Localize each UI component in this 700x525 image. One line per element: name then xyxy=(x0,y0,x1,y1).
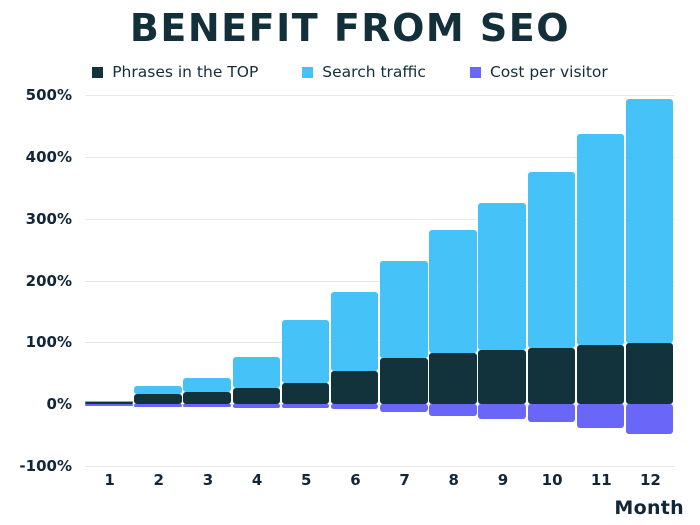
bar-segment-cost-per-visitor[interactable] xyxy=(85,404,133,406)
bar-segment-search-traffic[interactable] xyxy=(330,292,379,372)
bar-segment-search-traffic[interactable] xyxy=(281,320,330,384)
y-axis-tick-label: 300% xyxy=(25,209,72,228)
y-axis-labels: -100% 0% 100% 200% 300% 400% 500% xyxy=(0,86,78,475)
bar-segment-phrases-in-top[interactable] xyxy=(183,391,231,405)
bar-segment-cost-per-visitor[interactable] xyxy=(478,404,526,419)
y-axis-tick-label: -100% xyxy=(19,457,72,475)
bar-segment-phrases-in-top[interactable] xyxy=(478,350,526,405)
bar-segment-search-traffic[interactable] xyxy=(429,229,477,354)
legend-label-traffic: Search traffic xyxy=(322,63,426,81)
bar-group[interactable] xyxy=(429,95,477,466)
bar-group[interactable] xyxy=(478,95,526,466)
x-axis-tick-label: 3 xyxy=(202,471,214,489)
y-axis-tick-label: 0% xyxy=(46,395,72,414)
y-axis-tick-label: 400% xyxy=(25,147,72,166)
bar-group[interactable] xyxy=(527,95,576,466)
chart-container: BENEFIT FROM SEO Phrases in the TOP Sear… xyxy=(0,0,700,525)
bar-segment-cost-per-visitor[interactable] xyxy=(134,404,182,407)
legend-label-phrases: Phrases in the TOP xyxy=(112,63,259,81)
x-axis-line xyxy=(85,466,675,467)
bar-segment-search-traffic[interactable] xyxy=(527,172,576,348)
bar-segment-cost-per-visitor[interactable] xyxy=(527,404,576,423)
bar-segment-phrases-in-top[interactable] xyxy=(232,388,281,405)
legend-item-cost: Cost per visitor xyxy=(469,63,608,81)
y-axis-tick-label: 500% xyxy=(25,86,72,104)
x-axis-tick-label: 12 xyxy=(639,471,661,489)
bar-segment-phrases-in-top[interactable] xyxy=(281,383,330,405)
bar-group[interactable] xyxy=(576,95,625,466)
bar-segment-phrases-in-top[interactable] xyxy=(380,358,428,405)
bar-segment-cost-per-visitor[interactable] xyxy=(281,404,330,409)
bar-segment-phrases-in-top[interactable] xyxy=(429,353,477,405)
x-axis-tick-label: 8 xyxy=(448,471,459,489)
bar-series-group xyxy=(85,95,675,466)
bar-group[interactable] xyxy=(232,95,281,466)
bar-segment-search-traffic[interactable] xyxy=(625,98,674,343)
bar-group[interactable] xyxy=(625,95,674,466)
chart-title: BENEFIT FROM SEO xyxy=(129,6,571,50)
bar-segment-search-traffic[interactable] xyxy=(576,133,625,346)
x-axis-labels: 1 2 3 4 5 6 7 8 9 10 11 12 xyxy=(85,471,675,495)
x-axis-title: Month xyxy=(614,497,684,519)
bar-segment-cost-per-visitor[interactable] xyxy=(232,404,281,408)
x-axis-tick-label: 11 xyxy=(590,471,612,489)
bar-group[interactable] xyxy=(330,95,379,466)
bar-segment-search-traffic[interactable] xyxy=(478,203,526,351)
bar-segment-cost-per-visitor[interactable] xyxy=(330,404,379,410)
y-axis-tick-label: 200% xyxy=(25,271,72,290)
legend-swatch-phrases xyxy=(92,66,104,78)
y-axis-tick-label: 100% xyxy=(25,333,72,352)
bar-segment-cost-per-visitor[interactable] xyxy=(429,404,477,416)
x-axis-tick-label: 6 xyxy=(350,471,361,489)
legend-swatch-traffic xyxy=(302,66,314,78)
bar-segment-cost-per-visitor[interactable] xyxy=(576,404,625,429)
bar-segment-search-traffic[interactable] xyxy=(380,261,428,359)
x-axis-tick-label: 10 xyxy=(541,471,563,489)
bar-group[interactable] xyxy=(380,95,428,466)
x-axis-tick-label: 5 xyxy=(301,471,312,489)
x-axis-tick-label: 4 xyxy=(251,471,263,489)
bar-segment-phrases-in-top[interactable] xyxy=(576,345,625,405)
bar-group[interactable] xyxy=(85,95,133,466)
x-axis-tick-label: 2 xyxy=(153,471,164,489)
legend-item-traffic: Search traffic xyxy=(302,64,426,80)
bar-segment-cost-per-visitor[interactable] xyxy=(183,404,231,408)
bar-segment-search-traffic[interactable] xyxy=(183,378,231,392)
legend-label-cost: Cost per visitor xyxy=(489,63,608,81)
bar-segment-search-traffic[interactable] xyxy=(232,357,281,389)
bar-segment-phrases-in-top[interactable] xyxy=(134,394,182,405)
x-axis-tick-label: 7 xyxy=(399,471,410,489)
chart-legend: Phrases in the TOP Search traffic Cost p… xyxy=(0,60,700,84)
x-axis-tick-label: 1 xyxy=(104,471,115,489)
bar-segment-phrases-in-top[interactable] xyxy=(625,342,674,405)
bar-segment-cost-per-visitor[interactable] xyxy=(380,404,428,413)
bar-segment-search-traffic[interactable] xyxy=(134,385,182,395)
legend-item-phrases: Phrases in the TOP xyxy=(92,64,258,80)
bar-group[interactable] xyxy=(183,95,231,466)
bar-segment-phrases-in-top[interactable] xyxy=(330,371,379,405)
plot-area xyxy=(85,95,675,467)
legend-swatch-cost xyxy=(469,66,481,78)
bar-segment-cost-per-visitor[interactable] xyxy=(625,404,674,434)
bar-group[interactable] xyxy=(134,95,182,466)
bar-group[interactable] xyxy=(281,95,330,466)
bar-segment-phrases-in-top[interactable] xyxy=(527,347,576,405)
x-axis-tick-label: 9 xyxy=(497,471,509,489)
